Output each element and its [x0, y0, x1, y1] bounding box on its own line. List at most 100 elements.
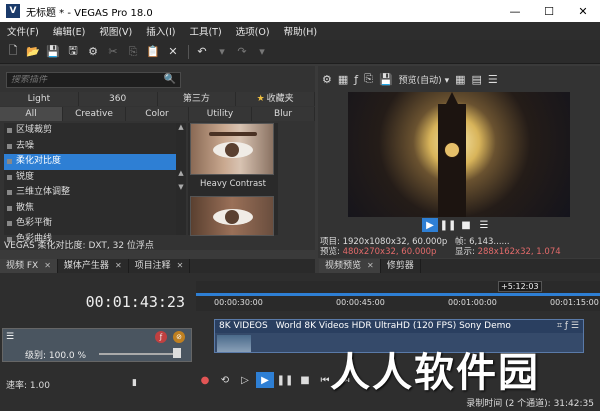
menu-options[interactable]: 选项(O) — [229, 24, 277, 38]
menu-view[interactable]: 视图(V) — [92, 24, 139, 38]
play-button[interactable]: ▶ — [256, 372, 274, 388]
tab-trimmer[interactable]: 修剪器 — [381, 259, 421, 273]
search-icon[interactable]: 🔍 — [164, 74, 176, 85]
save-icon[interactable]: 💾 — [44, 43, 62, 61]
delete-icon[interactable]: ✕ — [164, 43, 182, 61]
menu-tools[interactable]: 工具(T) — [182, 24, 228, 38]
close-icon[interactable]: ✕ — [44, 259, 51, 273]
hamburger-icon[interactable]: ☰ — [6, 332, 14, 342]
category-third-party[interactable]: 第三方 — [157, 92, 237, 106]
scroll-down-icon[interactable]: ▼ — [176, 183, 186, 197]
mute-icon[interactable]: ⊘ — [173, 331, 185, 343]
search-input[interactable] — [7, 75, 157, 85]
paste-icon[interactable]: 📋 — [144, 43, 162, 61]
fx-item-selected[interactable]: 柔化对比度 — [4, 154, 176, 170]
copy-snapshot-icon[interactable]: ⎘ — [364, 72, 373, 86]
cut-icon[interactable]: ✂ — [104, 43, 122, 61]
track-header: 00:01:43:23 ☰ ƒ ⊘ 级别: 100.0 % 速率: 1.00 ▮ — [0, 281, 193, 391]
copy-icon[interactable]: ⎘ — [124, 43, 142, 61]
save-as-icon[interactable]: 🖫 — [64, 43, 82, 61]
grid-icon[interactable]: ▦ — [455, 73, 465, 86]
category-utility[interactable]: Utility — [189, 107, 252, 121]
preview-quality-dropdown[interactable]: 预览(自动) ▾ — [399, 73, 449, 86]
menu-insert[interactable]: 插入(I) — [139, 24, 182, 38]
pause-icon[interactable]: ❚❚ — [276, 372, 294, 388]
fx-item[interactable]: 色彩平衡 — [4, 216, 176, 232]
close-icon[interactable]: ✕ — [177, 259, 184, 273]
category-favorites-label: 收藏夹 — [266, 94, 294, 104]
fx-item[interactable]: 锐度 — [4, 170, 176, 186]
redo-dropdown-icon[interactable]: ▾ — [253, 43, 271, 61]
stop-button[interactable]: ■ — [458, 218, 474, 232]
watermark-overlay: 人人软件园 — [330, 350, 540, 396]
undo-dropdown-icon[interactable]: ▾ — [213, 43, 231, 61]
redo-icon[interactable]: ↷ — [233, 43, 251, 61]
menu-help[interactable]: 帮助(H) — [277, 24, 325, 38]
level-slider-knob[interactable] — [173, 348, 181, 358]
open-icon[interactable]: 📂 — [24, 43, 42, 61]
video-track-header[interactable]: ☰ ƒ ⊘ 级别: 100.0 % — [2, 328, 192, 362]
category-all[interactable]: All — [0, 107, 63, 121]
undo-icon[interactable]: ↶ — [193, 43, 211, 61]
tab-project-notes[interactable]: 项目注释 ✕ — [129, 259, 191, 273]
tab-label: 修剪器 — [386, 261, 414, 271]
video-frame — [348, 92, 570, 217]
close-icon[interactable]: ✕ — [367, 259, 374, 273]
preview-label: 预览: — [320, 247, 340, 257]
ruler-tick: 00:01:15:00 — [550, 298, 599, 307]
category-color[interactable]: Color — [126, 107, 189, 121]
scroll-up-icon[interactable]: ▲ — [176, 123, 186, 137]
region-marker[interactable]: +5:12:03 — [498, 281, 542, 292]
overlay-icon[interactable]: ▤ — [472, 73, 482, 86]
tab-media-generators[interactable]: 媒体产生器 ✕ — [58, 259, 129, 273]
close-button[interactable]: ✕ — [566, 0, 600, 22]
dropdown-label: 预览(自动) — [398, 75, 442, 86]
save-snapshot-icon[interactable]: 💾 — [379, 73, 393, 86]
play-from-start-icon[interactable]: ▷ — [236, 372, 254, 388]
category-creative[interactable]: Creative — [63, 107, 126, 121]
gear-icon[interactable]: ⚙ — [322, 73, 332, 86]
menu-button[interactable]: ☰ — [476, 218, 492, 232]
loop-region-bar[interactable] — [196, 293, 600, 296]
category-blur[interactable]: Blur — [252, 107, 315, 121]
maximize-button[interactable]: ☐ — [532, 0, 566, 22]
fx-list-scrollbar[interactable]: ▲ ▲ ▼ — [176, 123, 186, 235]
display-label: 显示: — [455, 247, 475, 257]
fx-item[interactable]: 散焦 — [4, 201, 176, 217]
tab-video-preview[interactable]: 视频预览 ✕ — [319, 259, 381, 273]
stop-icon[interactable]: ■ — [296, 372, 314, 388]
fx-item[interactable]: 区域裁剪 — [4, 123, 176, 139]
category-360[interactable]: 360 — [78, 92, 158, 106]
menu-file[interactable]: 文件(F) — [0, 24, 46, 38]
rate-slider-knob[interactable]: ▮ — [132, 378, 137, 388]
menu-edit[interactable]: 编辑(E) — [46, 24, 92, 38]
gear-icon[interactable]: ⚙ — [84, 43, 102, 61]
clip-name: 8K VIDEOS — [219, 321, 268, 331]
timeline-ruler[interactable]: +5:12:03 00:00:30:00 00:00:45:00 00:01:0… — [196, 281, 600, 311]
preset-thumbnail[interactable] — [190, 123, 274, 175]
level-slider[interactable] — [99, 353, 173, 355]
menu-icon[interactable]: ☰ — [488, 73, 498, 86]
vegas-logo-icon: V — [6, 4, 20, 18]
search-box[interactable]: 🔍 — [6, 72, 181, 88]
fx-icon[interactable]: ƒ — [155, 331, 167, 343]
category-favorites[interactable]: ★ 收藏夹 — [236, 92, 315, 106]
split-screen-icon[interactable]: ▦ — [338, 73, 348, 86]
fx-item[interactable]: 三维立体调整 — [4, 185, 176, 201]
loop-icon[interactable]: ⟲ — [216, 372, 234, 388]
play-button[interactable]: ▶ — [422, 218, 438, 232]
close-icon[interactable]: ✕ — [115, 259, 122, 273]
clip-fx-icon[interactable]: ⌗ ƒ ☰ — [557, 321, 579, 331]
preset-thumbnail[interactable] — [190, 196, 274, 236]
tab-label: 视频预览 — [325, 261, 362, 271]
fx-icon[interactable]: ƒ — [354, 73, 358, 86]
display-value: 288x162x32, 1.074 — [477, 247, 561, 257]
pause-button[interactable]: ❚❚ — [440, 218, 457, 232]
category-light[interactable]: Light — [0, 92, 79, 106]
tab-video-fx[interactable]: 视频 FX ✕ — [0, 259, 58, 273]
record-icon[interactable]: ● — [196, 372, 214, 388]
new-icon[interactable]: 🗋 — [4, 43, 22, 61]
minimize-button[interactable]: — — [498, 0, 532, 22]
scroll-up-icon[interactable]: ▲ — [176, 169, 186, 183]
fx-item[interactable]: 去噪 — [4, 139, 176, 155]
